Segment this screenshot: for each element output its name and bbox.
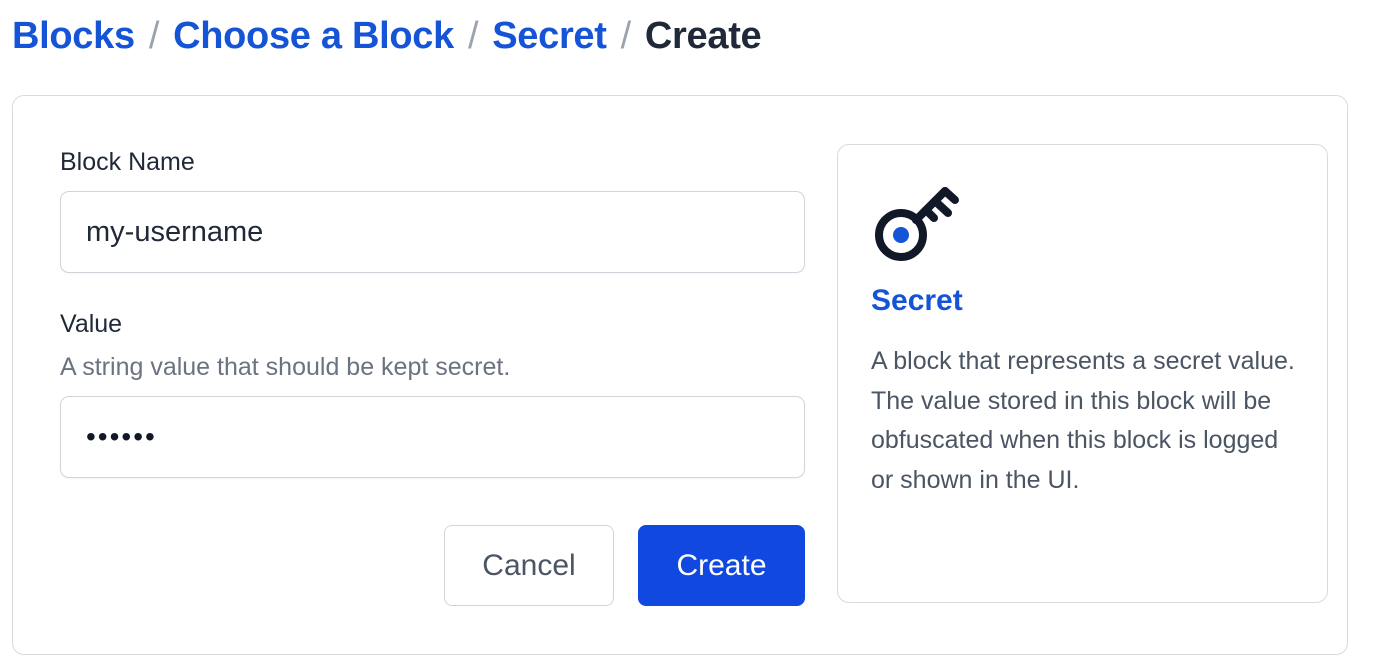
value-password-input[interactable]: •••••• [60, 396, 805, 478]
breadcrumb: Blocks / Choose a Block / Secret / Creat… [12, 10, 762, 62]
block-name-input[interactable]: my-username [60, 191, 805, 273]
create-button[interactable]: Create [638, 525, 805, 606]
value-label: Value [60, 310, 123, 338]
cancel-button[interactable]: Cancel [444, 525, 614, 606]
breadcrumb-current: Create [644, 14, 762, 57]
breadcrumb-separator: / [148, 14, 160, 57]
info-title: Secret [871, 284, 963, 317]
block-name-label: Block Name [60, 148, 195, 176]
info-description: A block that represents a secret value. … [871, 347, 1295, 494]
breadcrumb-link-choose-a-block[interactable]: Choose a Block [173, 15, 454, 58]
masked-value: •••••• [86, 421, 157, 452]
breadcrumb-separator: / [620, 14, 632, 57]
key-icon [875, 187, 959, 261]
breadcrumb-link-blocks[interactable]: Blocks [12, 15, 135, 58]
breadcrumb-separator: / [467, 14, 479, 57]
breadcrumb-link-secret[interactable]: Secret [492, 15, 607, 58]
value-description: A string value that should be kept secre… [60, 353, 511, 381]
block-name-value: my-username [86, 215, 264, 248]
